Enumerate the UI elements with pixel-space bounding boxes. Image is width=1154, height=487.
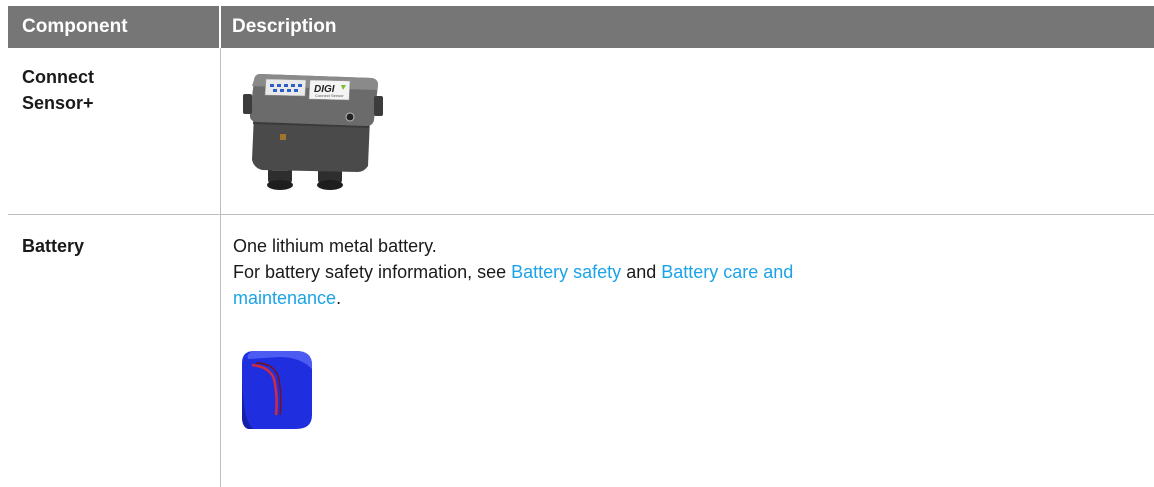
component-name-line2: Sensor+ (22, 93, 94, 113)
battery-care-link-part1[interactable]: Battery care and (661, 262, 793, 282)
component-name-cell: Battery (8, 215, 221, 487)
battery-care-link-part2[interactable]: maintenance (233, 288, 336, 308)
battery-safety-sentence: For battery safety information, see Batt… (233, 259, 1154, 285)
description-cell: One lithium metal battery. For battery s… (221, 215, 1154, 487)
table-header: Component Description (8, 6, 1154, 48)
battery-safety-link[interactable]: Battery safety (511, 262, 621, 282)
table-row: Battery One lithium metal battery. For b… (8, 215, 1154, 487)
header-description: Description (232, 16, 337, 37)
component-name-cell: Connect Sensor+ (8, 48, 221, 214)
sentence-period: . (336, 288, 342, 308)
device-model-text: Connect Sensor (315, 93, 344, 98)
link-connector: and (621, 262, 662, 282)
components-table: Component Description Connect Sensor+ DI… (8, 6, 1154, 487)
battery-image (242, 351, 312, 429)
description-cell: DIGI Connect Sensor (221, 48, 1154, 214)
component-name-line1: Connect (22, 67, 94, 87)
battery-description: One lithium metal battery. (233, 236, 437, 256)
header-component: Component (8, 6, 221, 48)
table-row: Connect Sensor+ DIGI Connect Sensor (8, 48, 1154, 215)
safety-sentence-prefix: For battery safety information, see (233, 262, 512, 282)
battery-safety-sentence-cont: maintenance. (233, 285, 1154, 311)
connect-sensor-image: DIGI Connect Sensor (243, 74, 383, 190)
